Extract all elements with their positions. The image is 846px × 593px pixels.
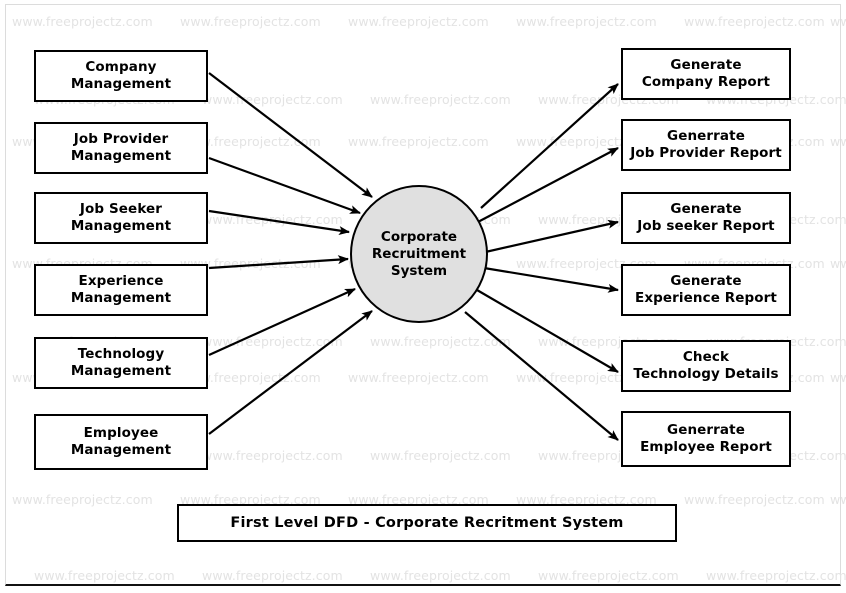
watermark-text: www.freeprojectz.com [538,568,679,583]
watermark-text: www.freeprojectz.com [706,568,846,583]
watermark-text: www.freeprojectz.com [830,492,846,507]
data-flow-arrow [480,219,619,255]
watermark-text: www.freeprojectz.com [370,568,511,583]
entity-label: Generrate Job Provider Report [630,128,782,161]
watermark-text: www.freeprojectz.com [202,334,343,349]
data-flow-arrow [476,289,619,373]
entity-label: Company Management [70,59,172,92]
data-flow-arrow [480,83,619,209]
dfd-diagram-canvas: www.freeprojectz.com www.freeprojectz.com… [0,0,846,593]
data-flow-arrow [464,311,619,441]
entity-label: Check Technology Details [633,349,779,382]
data-flow-arrow [208,209,350,235]
process-label: Corporate Recruitment System [371,228,467,279]
watermark-text: www.freeprojectz.com [348,134,489,149]
watermark-text: www.freeprojectz.com [202,92,343,107]
watermark-text: www.freeprojectz.com [684,492,825,507]
watermark-text: www.freeprojectz.com [348,14,489,29]
watermark-text: www.freeprojectz.com [34,568,175,583]
entity-employee-management[interactable]: Employee Management [34,414,208,470]
entity-label: Technology Management [70,346,172,379]
data-flow-arrow [208,72,373,198]
watermark-text: www.freeprojectz.com [180,14,321,29]
watermark-text: www.freeprojectz.com [12,492,153,507]
entity-label: Generate Company Report [641,57,771,90]
watermark-text: www.freeprojectz.com [370,448,511,463]
watermark-text: www.freeprojectz.com [12,14,153,29]
watermark-text: www.freeprojectz.com [370,334,511,349]
watermark-text: www.freeprojectz.com [830,14,846,29]
entity-technology-management[interactable]: Technology Management [34,337,208,389]
entity-company-management[interactable]: Company Management [34,50,208,102]
entity-generate-job-provider-report[interactable]: Generrate Job Provider Report [621,119,791,171]
watermark-text: www.freeprojectz.com [830,134,846,149]
watermark-text: www.freeprojectz.com [830,370,846,385]
data-flow-arrow [483,266,619,293]
watermark-text: www.freeprojectz.com [516,14,657,29]
entity-label: Job Provider Management [70,131,172,164]
entity-label: Generate Job seeker Report [637,201,775,234]
entity-label: Generate Experience Report [635,273,777,306]
watermark-text: www.freeprojectz.com [202,448,343,463]
watermark-text: www.freeprojectz.com [348,370,489,385]
entity-label: Experience Management [70,273,172,306]
watermark-text: www.freeprojectz.com [202,568,343,583]
data-flow-arrow [208,310,373,435]
diagram-title-box: First Level DFD - Corporate Recritment S… [177,504,677,542]
watermark-text: www.freeprojectz.com [202,212,343,227]
diagram-title: First Level DFD - Corporate Recritment S… [230,515,624,531]
process-corporate-recruitment-system[interactable]: Corporate Recruitment System [350,185,488,323]
data-flow-arrow [208,255,349,270]
entity-job-seeker-management[interactable]: Job Seeker Management [34,192,208,244]
entity-label: Generrate Employee Report [640,422,772,455]
entity-label: Employee Management [70,425,172,458]
entity-generate-employee-report[interactable]: Generrate Employee Report [621,411,791,467]
entity-generate-company-report[interactable]: Generate Company Report [621,48,791,100]
entity-label: Job Seeker Management [70,201,172,234]
entity-generate-job-seeker-report[interactable]: Generate Job seeker Report [621,192,791,244]
watermark-text: www.freeprojectz.com [370,92,511,107]
watermark-text: www.freeprojectz.com [684,14,825,29]
watermark-text: www.freeprojectz.com [830,256,846,271]
entity-job-provider-management[interactable]: Job Provider Management [34,122,208,174]
data-flow-arrow [208,156,361,215]
data-flow-arrow [208,287,356,357]
entity-generate-experience-report[interactable]: Generate Experience Report [621,264,791,316]
data-flow-arrow [475,147,619,224]
entity-experience-management[interactable]: Experience Management [34,264,208,316]
entity-check-technology-details[interactable]: Check Technology Details [621,340,791,392]
